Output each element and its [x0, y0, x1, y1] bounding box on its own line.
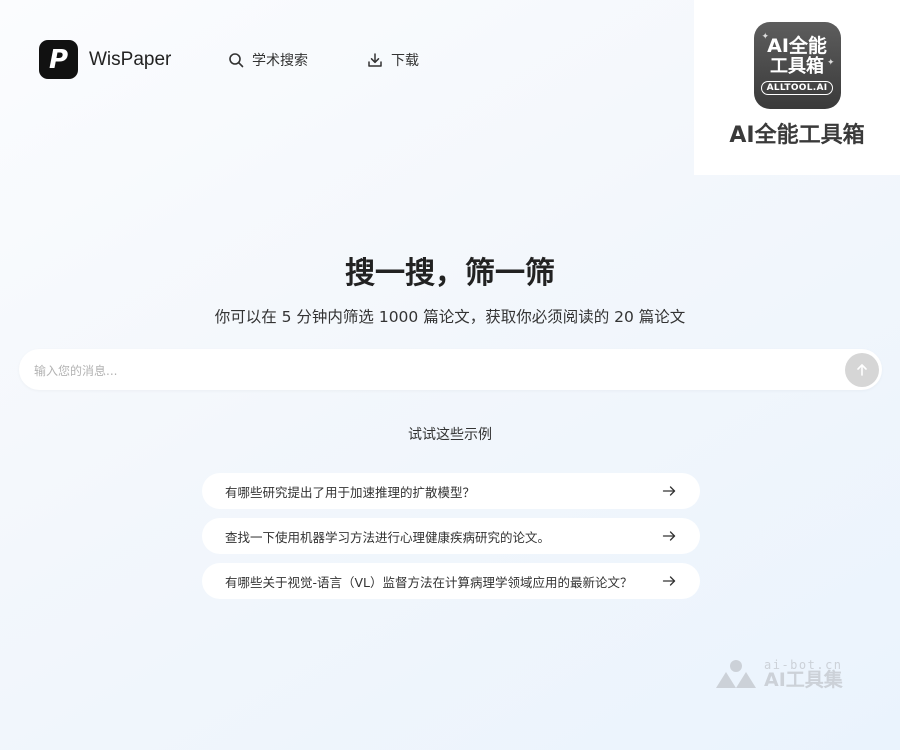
example-query-text: 查找一下使用机器学习方法进行心理健康疾病研究的论文。	[225, 529, 551, 545]
ai-bot-watermark: ai-bot.cn AI工具集	[714, 658, 843, 690]
example-query-1[interactable]: 有哪些研究提出了用于加速推理的扩散模型？	[202, 473, 700, 509]
alltool-logo-icon: ✦ ✦ AI全能 工具箱 ALLTOOL.AI	[753, 22, 841, 109]
nav-academic-search[interactable]: 学术搜索	[228, 50, 308, 70]
nav-download[interactable]: 下载	[367, 50, 419, 70]
sparkle-icon: ✦	[761, 32, 770, 42]
arrow-right-icon	[662, 576, 676, 586]
arrow-up-icon	[857, 364, 867, 376]
example-query-text: 有哪些关于视觉-语言（VL）监督方法在计算病理学领域应用的最新论文？	[225, 574, 633, 590]
example-query-3[interactable]: 有哪些关于视觉-语言（VL）监督方法在计算病理学领域应用的最新论文？	[202, 563, 700, 599]
badge-line2: 工具箱	[770, 56, 824, 77]
nav-download-label: 下载	[391, 53, 419, 69]
message-search-box	[19, 349, 882, 392]
page-title: 搜一搜，筛一筛	[345, 256, 555, 291]
search-icon	[229, 53, 244, 68]
watermark-name: AI工具集	[764, 668, 843, 691]
download-icon	[368, 53, 382, 67]
badge-line1: AI全能	[767, 35, 827, 57]
arrow-right-icon	[662, 486, 676, 496]
send-button[interactable]	[845, 353, 879, 387]
wispaper-logo[interactable]: P WisPaper	[39, 40, 171, 79]
alltool-badge: ✦ ✦ AI全能 工具箱 ALLTOOL.AI AI全能工具箱	[694, 0, 900, 175]
example-query-text: 有哪些研究提出了用于加速推理的扩散模型？	[225, 484, 476, 500]
example-query-2[interactable]: 查找一下使用机器学习方法进行心理健康疾病研究的论文。	[202, 518, 700, 554]
examples-heading: 试试这些示例	[408, 427, 492, 443]
badge-pill: ALLTOOL.AI	[760, 81, 834, 95]
arrow-right-icon	[662, 531, 676, 541]
message-input[interactable]	[32, 349, 826, 392]
sparkle-icon: ✦	[826, 58, 835, 68]
watermark-logo-icon	[716, 660, 756, 688]
brand-name: WisPaper	[89, 48, 172, 70]
logo-mark: P	[39, 40, 78, 79]
badge-caption: AI全能工具箱	[729, 123, 865, 148]
nav-academic-search-label: 学术搜索	[252, 53, 308, 69]
page-subtitle: 你可以在 5 分钟内筛选 1000 篇论文，获取你必须阅读的 20 篇论文	[214, 308, 686, 326]
